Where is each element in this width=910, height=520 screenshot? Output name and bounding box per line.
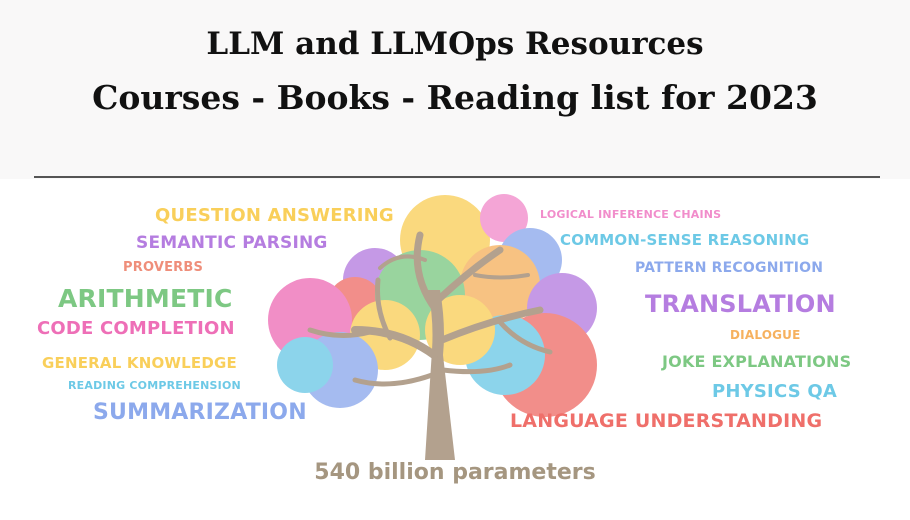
capability-label: JOKE EXPLANATIONS bbox=[662, 352, 852, 371]
capability-label: GENERAL KNOWLEDGE bbox=[42, 354, 237, 372]
capability-label: SEMANTIC PARSING bbox=[136, 233, 328, 253]
capability-label: QUESTION ANSWERING bbox=[155, 205, 394, 226]
capability-label: READING COMPREHENSION bbox=[68, 379, 241, 392]
capability-label: CODE COMPLETION bbox=[37, 318, 235, 339]
title-line-1: LLM and LLMOps Resources bbox=[206, 26, 704, 62]
capability-label: TRANSLATION bbox=[645, 290, 836, 318]
capability-label: ARITHMETIC bbox=[58, 284, 233, 313]
divider bbox=[34, 176, 880, 178]
capability-label: SUMMARIZATION bbox=[93, 400, 307, 425]
capability-label: PROVERBS bbox=[123, 260, 204, 275]
capability-label: PHYSICS QA bbox=[712, 381, 837, 402]
capability-label: LANGUAGE UNDERSTANDING bbox=[510, 410, 823, 432]
title-line-2: Courses - Books - Reading list for 2023 bbox=[92, 78, 818, 117]
capability-label: PATTERN RECOGNITION bbox=[635, 260, 824, 276]
capability-label: LOGICAL INFERENCE CHAINS bbox=[540, 208, 722, 221]
capability-label: COMMON-SENSE REASONING bbox=[560, 231, 810, 249]
capability-label: DIALOGUE bbox=[730, 328, 801, 342]
parameter-count-caption: 540 billion parameters bbox=[314, 460, 596, 485]
